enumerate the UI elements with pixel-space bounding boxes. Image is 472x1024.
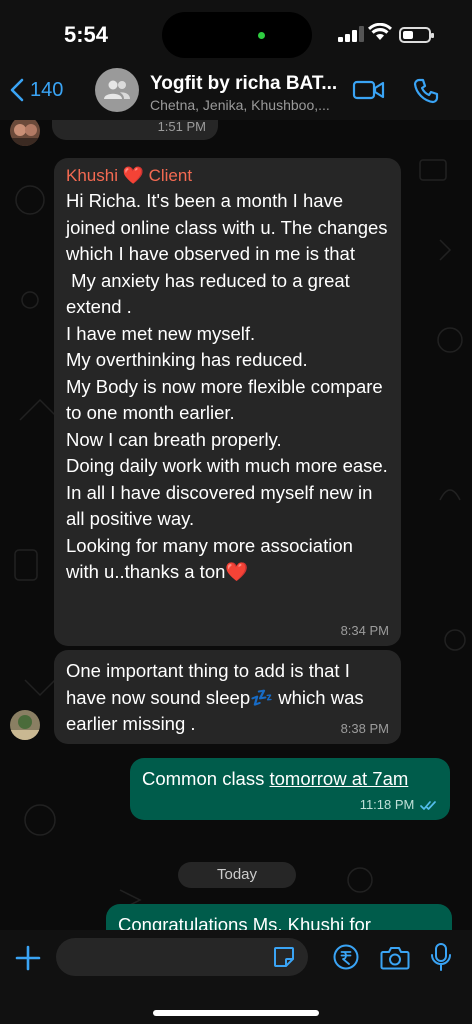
sticker-icon[interactable] [272,945,296,969]
input-bar [0,930,472,1024]
date-separator: Today [178,862,296,888]
message-bubble[interactable]: Khushi ❤️ Client Hi Richa. It's been a m… [54,158,401,646]
back-button[interactable]: 140 [10,78,63,102]
wifi-icon [368,23,392,40]
microphone-icon[interactable] [430,942,452,972]
unread-count: 140 [30,78,64,101]
group-avatar-icon [104,80,130,99]
rupee-payment-icon[interactable] [333,944,359,970]
double-check-icon [420,801,436,810]
message-bubble[interactable]: 1:51 PM [52,120,218,140]
group-avatar[interactable] [95,68,139,112]
message-bubble[interactable]: One important thing to add is that I hav… [54,650,401,744]
phone-icon[interactable] [412,77,440,105]
camera-icon[interactable] [380,945,410,971]
message-input[interactable] [56,938,308,976]
message-bubble-outgoing[interactable]: Common class tomorrow at 7am 11:18 PM [130,758,450,820]
video-call-icon[interactable] [352,78,386,102]
group-members[interactable]: Chetna, Jenika, Khushboo,... [150,97,350,113]
message-time: 8:38 PM [340,721,389,736]
message-time: 11:18 PM [360,797,438,812]
sender-name[interactable]: Khushi ❤️ Client [66,166,389,186]
chat-header: 140 Yogfit by richa BAT... Chetna, Jenik… [0,66,472,120]
message-text: Hi Richa. It's been a month I have joine… [66,190,388,582]
cellular-signal-icon [338,26,364,42]
chat-area[interactable]: 1:51 PM Khushi ❤️ Client Hi Richa. It's … [0,120,472,930]
message-bubble-outgoing[interactable]: Congratulations Ms. Khushi for [106,904,452,930]
clock: 5:54 [64,22,109,47]
plus-icon[interactable] [14,944,42,972]
message-time: 1:51 PM [157,120,206,134]
message-text: Congratulations Ms. Khushi for [118,914,371,930]
date-link[interactable]: tomorrow at 7am [269,768,408,789]
home-indicator[interactable] [153,1010,319,1016]
battery-icon [399,27,434,43]
message-text: Common class tomorrow at 7am [142,768,409,789]
group-name[interactable]: Yogfit by richa BAT... [150,73,350,95]
dynamic-island [162,12,312,58]
back-chevron-icon [10,78,24,102]
status-bar: 5:54 [0,0,472,66]
sender-avatar[interactable] [10,710,40,740]
message-time: 8:34 PM [340,623,389,638]
